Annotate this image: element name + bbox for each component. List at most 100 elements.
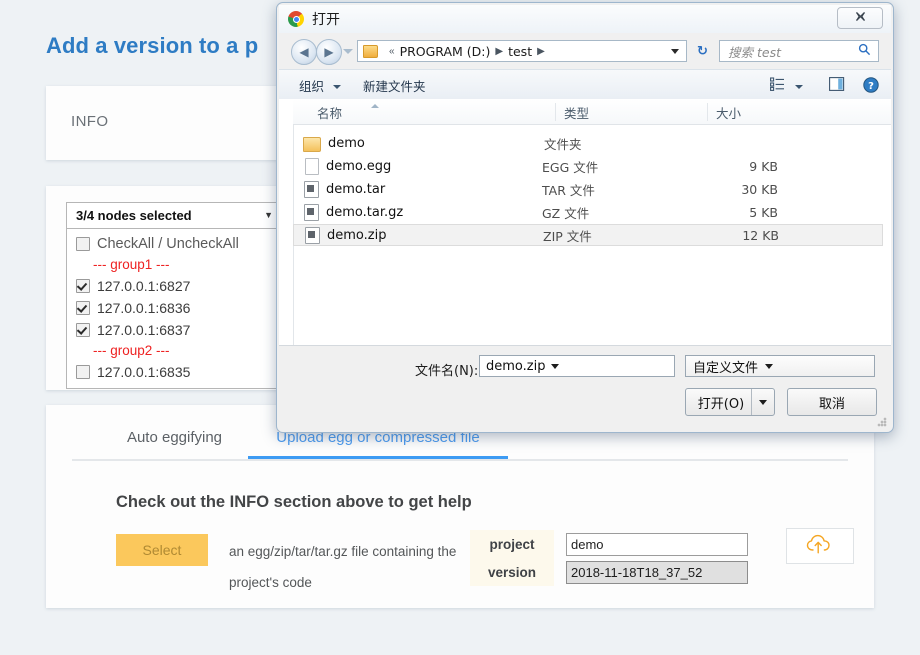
file-size: 30 KB [741,181,778,197]
preview-pane-button[interactable] [829,77,845,96]
chevron-down-icon [759,399,767,405]
field-row-version: version 2018-11-18T18_37_52 [470,558,748,586]
file-row[interactable]: demo 文件夹 [293,132,891,154]
node-checkall-label: CheckAll / UncheckAll [97,236,239,252]
close-button[interactable] [837,7,883,29]
node-row[interactable]: 127.0.0.1:6837 [67,319,280,341]
file-open-dialog: 打开 ◀ ▶ « PROGRAM (D:) ▶ test ▶ ↻ 搜索 test… [276,2,894,433]
file-icon [305,157,319,175]
breadcrumb-drive[interactable]: PROGRAM (D:) [400,44,491,59]
column-header-type[interactable]: 类型 [555,103,714,121]
open-button[interactable]: 打开(O) [685,388,775,416]
archive-icon [305,226,320,244]
dialog-navbar: ◀ ▶ « PROGRAM (D:) ▶ test ▶ ↻ 搜索 test [279,33,891,69]
version-fields: project demo version 2018-11-18T18_37_52 [470,530,748,586]
version-input[interactable]: 2018-11-18T18_37_52 [566,560,748,584]
file-row[interactable]: demo.tar.gz GZ 文件 5 KB [293,201,891,223]
file-name: demo.tar [326,181,386,197]
chevron-right-icon: ▶ [537,45,545,57]
arrow-right-icon: ▶ [324,45,334,59]
dialog-titlebar[interactable]: 打开 [279,5,891,33]
node-multiselect-header[interactable]: 3/4 nodes selected ▼ [66,202,281,229]
column-header-name[interactable]: 名称 [309,103,555,121]
cancel-button[interactable]: 取消 [787,388,877,416]
checkbox-icon[interactable] [76,237,90,251]
help-icon: ? [863,77,879,97]
field-key-project: project [470,530,554,558]
chevron-down-icon [333,85,341,89]
column-header: 名称 类型 大小 [293,99,891,125]
filetype-select[interactable]: 自定义文件 [685,355,875,377]
address-bar[interactable]: « PROGRAM (D:) ▶ test ▶ [357,40,687,62]
chevron-down-icon[interactable] [671,48,679,54]
breadcrumb-folder[interactable]: test [508,44,532,59]
folder-icon [363,44,378,58]
node-multiselect[interactable]: 3/4 nodes selected ▼ CheckAll / UncheckA… [66,202,281,389]
open-split-arrow[interactable] [751,389,774,415]
archive-icon [304,180,319,198]
recent-locations-icon[interactable] [343,49,353,54]
node-label: 127.0.0.1:6827 [97,278,191,294]
help-button[interactable]: ? [863,77,879,98]
column-header-size[interactable]: 大小 [707,103,800,121]
new-folder-button[interactable]: 新建文件夹 [363,76,426,95]
file-name: demo.tar.gz [326,204,404,220]
organize-menu[interactable]: 组织 [299,76,341,95]
file-name: demo [328,135,365,151]
refresh-icon: ↻ [697,43,708,58]
chevron-down-icon[interactable] [551,363,560,369]
filetype-value: 自定义文件 [693,360,759,376]
refresh-button[interactable]: ↻ [690,40,715,62]
file-row[interactable]: demo.egg EGG 文件 9 KB [293,155,891,177]
node-label: 127.0.0.1:6835 [97,364,191,380]
file-name: demo.egg [326,158,392,174]
chevron-down-icon [765,363,774,369]
checkbox-icon[interactable] [76,365,90,379]
dialog-title: 打开 [312,12,340,28]
node-group-label: --- group1 --- [93,257,170,272]
filename-label: 文件名(N): [415,364,479,379]
node-row[interactable]: 127.0.0.1:6836 [67,297,280,319]
node-group-label: --- group2 --- [93,343,170,358]
forward-button[interactable]: ▶ [316,39,342,65]
chevron-right-icon: ▶ [495,45,504,57]
search-input[interactable]: 搜索 test [728,42,781,61]
checkbox-icon[interactable] [76,279,90,293]
file-row-selected[interactable]: demo.zip ZIP 文件 12 KB [293,224,883,246]
node-checkall-row[interactable]: CheckAll / UncheckAll [67,233,280,255]
help-heading: Check out the INFO section above to get … [116,493,472,511]
list-view-icon [769,77,790,95]
search-icon [858,43,871,59]
node-label: 127.0.0.1:6837 [97,322,191,338]
select-file-button[interactable]: Select [116,534,208,566]
node-label: 127.0.0.1:6836 [97,300,191,316]
file-type: GZ 文件 [542,205,590,221]
search-box[interactable]: 搜索 test [719,40,879,62]
close-icon [855,11,866,25]
node-list: CheckAll / UncheckAll --- group1 --- 127… [66,229,281,389]
view-mode-button[interactable] [769,77,803,96]
dialog-toolbar: 组织 新建文件夹 ? [279,69,891,101]
node-row[interactable]: 127.0.0.1:6835 [67,361,280,383]
node-row[interactable]: 127.0.0.1:6827 [67,275,280,297]
tab-auto-eggifying[interactable]: Auto eggifying [102,419,247,457]
project-input[interactable]: demo [566,532,748,556]
filename-input[interactable]: demo.zip [479,355,675,377]
resize-grip[interactable] [877,417,887,427]
back-button[interactable]: ◀ [291,39,317,65]
file-row[interactable]: demo.tar TAR 文件 30 KB [293,178,891,200]
breadcrumb-prefix: « [389,45,395,57]
node-selection-summary: 3/4 nodes selected [76,208,192,223]
field-key-version: version [470,558,554,586]
checkbox-icon[interactable] [76,301,90,315]
file-name: demo.zip [327,227,387,243]
file-type: 文件夹 [544,136,582,152]
svg-text:?: ? [868,81,874,92]
checkbox-icon[interactable] [76,323,90,337]
file-list-pane: 名称 类型 大小 demo 文件夹 demo.egg EGG 文件 9 KB d… [279,99,891,346]
upload-button[interactable] [786,528,854,564]
file-type: EGG 文件 [542,159,599,175]
chevron-down-icon [795,85,803,89]
filename-value: demo.zip [486,358,546,374]
cloud-upload-icon [804,532,836,561]
